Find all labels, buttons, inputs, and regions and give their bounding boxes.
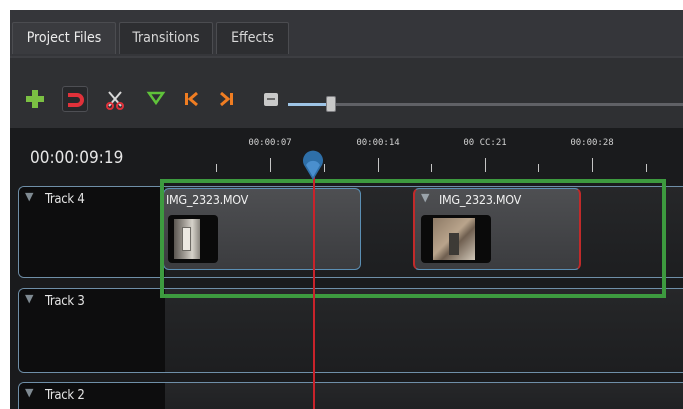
current-time-display: 00:00:09:19	[30, 148, 124, 168]
dock-tab-bar: Project Files Transitions Effects	[10, 10, 683, 58]
openshot-window: Project Files Transitions Effects 00:00:…	[10, 10, 683, 409]
tab-project-files[interactable]: Project Files	[12, 22, 116, 54]
zoom-slider-track[interactable]	[288, 103, 683, 106]
previous-marker-icon	[185, 91, 198, 107]
ruler-label: 00:00:07	[248, 138, 292, 148]
collapse-chevron-icon[interactable]: ▼	[25, 386, 33, 399]
add-track-button[interactable]	[22, 86, 48, 112]
track-header[interactable]: ▼ Track 2	[19, 383, 165, 409]
razor-button[interactable]	[102, 86, 128, 112]
zoom-out-icon	[264, 93, 278, 106]
ruler-tick	[538, 164, 539, 172]
ruler-tick	[378, 158, 379, 172]
track-header[interactable]: ▼ Track 4	[19, 187, 165, 277]
tab-transitions[interactable]: Transitions	[119, 22, 213, 54]
collapse-chevron-icon[interactable]: ▼	[25, 292, 33, 305]
timeline-panel: 00:00:09:19 00:00:07 00:00:14 00 CC:21 0…	[10, 128, 683, 409]
track-header[interactable]: ▼ Track 3	[19, 289, 165, 372]
playhead-line	[313, 158, 315, 409]
track-name: Track 3	[45, 294, 85, 309]
snap-button[interactable]	[62, 86, 88, 112]
timeline-ruler[interactable]: 00:00:07 00:00:14 00 CC:21 00:00:28	[162, 128, 683, 180]
timeline-toolbar	[10, 58, 683, 130]
ruler-label: 00 CC:21	[463, 138, 507, 148]
add-marker-icon	[146, 91, 166, 106]
next-marker-button[interactable]	[214, 86, 240, 112]
ruler-label: 00:00:14	[356, 138, 400, 148]
ruler-tick	[431, 164, 432, 172]
track-2[interactable]: ▼ Track 2	[18, 382, 683, 409]
zoom-out-button[interactable]	[258, 86, 284, 112]
ruler-label: 00:00:28	[570, 138, 614, 148]
collapse-chevron-icon[interactable]: ▼	[25, 190, 33, 203]
add-marker-button[interactable]	[143, 86, 169, 112]
track-3[interactable]: ▼ Track 3	[18, 288, 683, 373]
tab-effects[interactable]: Effects	[216, 22, 289, 54]
ruler-tick	[592, 158, 593, 172]
ruler-tick	[216, 164, 217, 172]
playhead-handle-icon[interactable]	[301, 150, 325, 182]
zoom-slider-handle[interactable]	[326, 96, 336, 112]
highlight-box	[160, 179, 666, 298]
ruler-tick	[485, 158, 486, 172]
add-track-icon	[26, 90, 44, 108]
next-marker-icon	[220, 91, 233, 107]
snap-icon	[68, 93, 84, 107]
ruler-tick	[646, 164, 647, 172]
ruler-tick	[270, 158, 271, 172]
previous-marker-button[interactable]	[178, 86, 204, 112]
razor-icon	[106, 91, 124, 110]
zoom-slider-fill	[288, 103, 330, 106]
track-name: Track 2	[45, 388, 85, 403]
track-name: Track 4	[45, 192, 85, 207]
